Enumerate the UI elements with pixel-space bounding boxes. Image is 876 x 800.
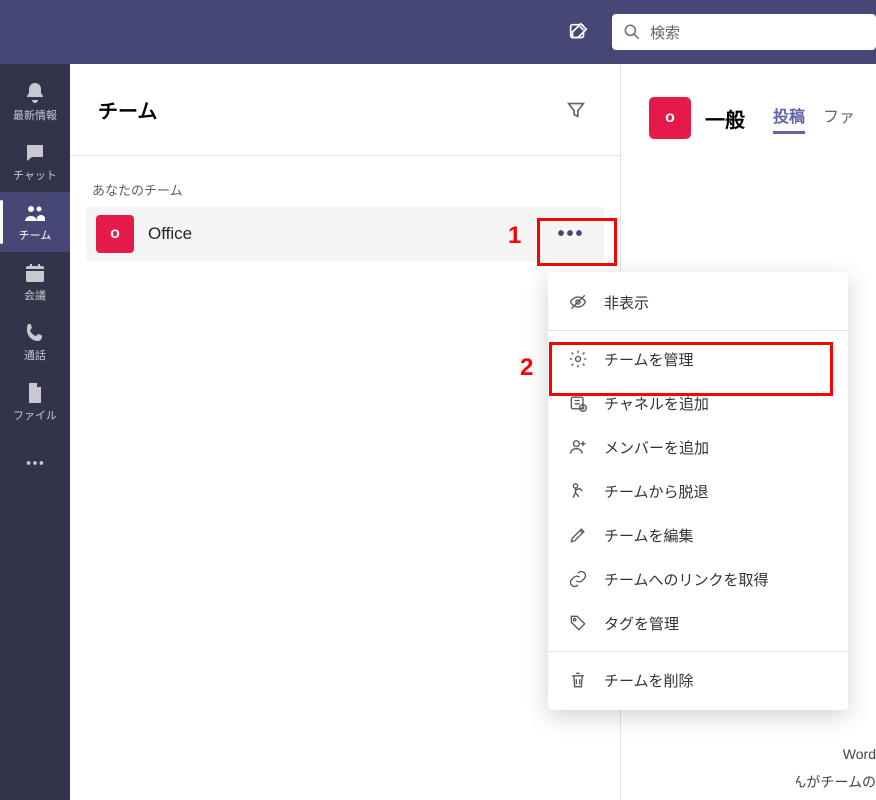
rail-label: 会議 bbox=[24, 287, 46, 303]
tag-icon bbox=[568, 613, 588, 633]
ellipsis-icon: ••• bbox=[557, 223, 584, 246]
annotation-label-2: 2 bbox=[520, 354, 533, 382]
rail-calls[interactable]: 通話 bbox=[0, 312, 70, 372]
ellipsis-icon bbox=[24, 452, 46, 474]
filter-button[interactable] bbox=[560, 94, 592, 126]
team-avatar: o bbox=[96, 215, 134, 253]
team-more-button[interactable]: ••• bbox=[548, 214, 594, 254]
rail-chat[interactable]: チャット bbox=[0, 132, 70, 192]
teams-panel: チーム あなたのチーム o Office ••• bbox=[70, 64, 621, 800]
menu-label: メンバーを追加 bbox=[604, 437, 709, 458]
rail-activity[interactable]: 最新情報 bbox=[0, 72, 70, 132]
teams-header: チーム bbox=[70, 64, 620, 156]
team-context-menu: 非表示 チームを管理 チャネルを追加 メンバーを追加 チームから脱退 チームを編… bbox=[548, 272, 848, 710]
menu-label: タグを管理 bbox=[604, 613, 679, 634]
menu-label: チームを管理 bbox=[604, 349, 694, 370]
rail-label: チーム bbox=[19, 227, 52, 243]
add-channel-icon bbox=[568, 393, 588, 413]
calendar-icon bbox=[23, 261, 47, 285]
tab-files[interactable]: ファ bbox=[823, 103, 855, 134]
hide-icon bbox=[568, 292, 588, 312]
link-icon bbox=[568, 569, 588, 589]
channel-title: 一般 bbox=[705, 104, 745, 133]
compose-button[interactable] bbox=[560, 14, 596, 50]
menu-label: チームを編集 bbox=[604, 525, 694, 546]
rail-files[interactable]: ファイル bbox=[0, 372, 70, 432]
menu-add-channel[interactable]: チャネルを追加 bbox=[548, 381, 848, 425]
team-name: Office bbox=[148, 224, 192, 244]
compose-icon bbox=[567, 21, 589, 43]
phone-icon bbox=[23, 321, 47, 345]
rail-label: ファイル bbox=[13, 407, 57, 423]
pencil-icon bbox=[568, 525, 588, 545]
menu-label: チームへのリンクを取得 bbox=[604, 569, 769, 590]
team-row[interactable]: o Office ••• bbox=[86, 207, 604, 261]
trash-icon bbox=[568, 670, 588, 690]
rail-calendar[interactable]: 会議 bbox=[0, 252, 70, 312]
rail-teams[interactable]: チーム bbox=[0, 192, 70, 252]
menu-separator bbox=[548, 651, 848, 652]
your-teams-label: あなたのチーム bbox=[86, 180, 604, 199]
message-snippets: Word Excel さんがチームの bbox=[796, 746, 876, 792]
menu-get-link[interactable]: チームへのリンクを取得 bbox=[548, 557, 848, 601]
menu-label: チームを削除 bbox=[604, 670, 694, 691]
menu-leave-team[interactable]: チームから脱退 bbox=[548, 469, 848, 513]
search-input[interactable]: 検索 bbox=[612, 14, 876, 50]
filter-icon bbox=[565, 99, 587, 121]
menu-manage-team[interactable]: チームを管理 bbox=[548, 337, 848, 381]
rail-label: 最新情報 bbox=[13, 107, 57, 123]
add-member-icon bbox=[568, 437, 588, 457]
rail-label: 通話 bbox=[24, 347, 46, 363]
menu-add-member[interactable]: メンバーを追加 bbox=[548, 425, 848, 469]
annotation-label-1: 1 bbox=[508, 222, 521, 250]
chat-icon bbox=[23, 141, 47, 165]
tab-posts[interactable]: 投稿 bbox=[773, 103, 805, 134]
file-icon bbox=[23, 381, 47, 405]
search-icon bbox=[622, 22, 642, 42]
top-bar: 検索 bbox=[0, 0, 876, 64]
menu-label: チームから脱退 bbox=[604, 481, 709, 502]
channel-header: o 一般 投稿 ファ bbox=[649, 94, 876, 142]
search-placeholder: 検索 bbox=[650, 22, 680, 43]
msg-word: Word bbox=[843, 746, 876, 762]
teams-icon bbox=[23, 201, 47, 225]
menu-edit-team[interactable]: チームを編集 bbox=[548, 513, 848, 557]
channel-avatar: o bbox=[649, 97, 691, 139]
teams-title: チーム bbox=[98, 95, 157, 124]
menu-delete-team[interactable]: チームを削除 bbox=[548, 658, 848, 702]
menu-label: チャネルを追加 bbox=[604, 393, 709, 414]
leave-icon bbox=[568, 481, 588, 501]
menu-separator bbox=[548, 330, 848, 331]
menu-hide[interactable]: 非表示 bbox=[548, 280, 848, 324]
gear-icon bbox=[568, 349, 588, 369]
rail-label: チャット bbox=[13, 167, 57, 183]
msg-excel: Excel さんがチームの bbox=[796, 772, 876, 792]
bell-icon bbox=[23, 81, 47, 105]
menu-manage-tags[interactable]: タグを管理 bbox=[548, 601, 848, 645]
rail-more[interactable] bbox=[0, 438, 70, 488]
menu-label: 非表示 bbox=[604, 292, 649, 313]
app-rail: 最新情報 チャット チーム 会議 通話 ファイル bbox=[0, 64, 70, 800]
